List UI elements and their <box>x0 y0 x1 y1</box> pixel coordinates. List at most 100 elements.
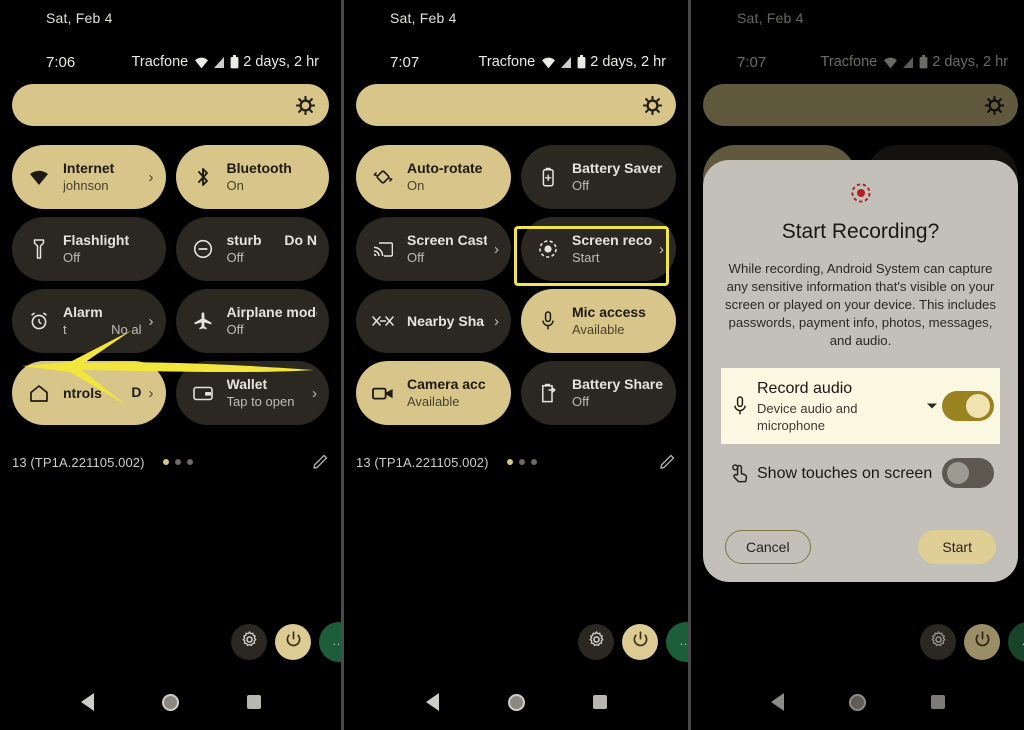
chevron-right-icon[interactable]: › <box>142 385 154 402</box>
row-title: Record audio <box>757 380 853 397</box>
brightness-auto-icon[interactable] <box>296 95 315 115</box>
tile-flashlight[interactable]: Flashlight Off <box>12 217 166 281</box>
tile-do-not-disturb[interactable]: sturb Do N Off <box>175 217 329 281</box>
navigation-bar-3 <box>691 674 1024 730</box>
cancel-button[interactable]: Cancel <box>725 530 811 564</box>
tile-airplane-mode[interactable]: Airplane mode Off <box>175 289 329 353</box>
tile-subtitle: Off <box>407 250 425 265</box>
brightness-auto-icon[interactable] <box>985 95 1004 115</box>
chevron-right-icon[interactable]: › <box>652 241 664 258</box>
user-avatar[interactable]: ... <box>319 622 341 662</box>
show-touches-toggle[interactable] <box>942 458 994 488</box>
home-button[interactable] <box>494 680 538 724</box>
tile-title: Nearby Sha <box>407 313 485 329</box>
wallet-icon <box>192 385 214 401</box>
tile-screen-record[interactable]: Screen reco Start › <box>521 217 676 281</box>
tile-title: Alarm <box>63 304 103 320</box>
chevron-right-icon[interactable]: › <box>142 169 154 186</box>
recents-button[interactable] <box>916 680 960 724</box>
tile-battery-share[interactable]: Battery Share Off <box>521 361 676 425</box>
settings-button[interactable] <box>920 624 956 660</box>
home-button[interactable] <box>835 680 879 724</box>
tile-auto-rotate[interactable]: Auto-rotate On <box>356 145 511 209</box>
airplane-icon <box>192 311 214 331</box>
brightness-slider[interactable] <box>12 84 329 126</box>
power-button[interactable] <box>964 624 1000 660</box>
quick-settings-panel-1: Sat, Feb 4 7:06 Tracfone 2 days, 2 hr In… <box>0 0 341 730</box>
recents-button[interactable] <box>578 680 622 724</box>
battery-time-label: 2 days, 2 hr <box>932 54 1008 70</box>
carrier-label: Tracfone <box>820 54 878 70</box>
tile-title: ntrols <box>63 385 102 401</box>
page-dot-2[interactable] <box>518 459 525 465</box>
tile-battery-saver[interactable]: Battery Saver Off <box>521 145 676 209</box>
settings-button[interactable] <box>231 624 267 660</box>
back-button[interactable] <box>410 680 454 724</box>
tile-screen-cast[interactable]: Screen Cast Off › <box>356 217 511 281</box>
home-icon <box>28 384 50 403</box>
tile-title-overflow: D <box>131 384 142 400</box>
edit-pencil-icon[interactable] <box>660 453 676 472</box>
quick-settings-footer-2: 13 (TP1A.221105.002) <box>356 450 676 474</box>
status-icons: Tracfone 2 days, 2 hr <box>821 54 1008 70</box>
tile-bluetooth[interactable]: Bluetooth On <box>175 145 329 209</box>
clock-label: 7:07 <box>390 53 420 71</box>
date-label: Sat, Feb 4 <box>737 10 804 26</box>
record-audio-toggle[interactable] <box>942 391 994 421</box>
tile-title: Wallet <box>226 376 268 392</box>
back-button[interactable] <box>66 680 110 724</box>
page-dot-1[interactable] <box>506 459 513 465</box>
dialog-title: Start Recording? <box>781 220 940 243</box>
home-button[interactable] <box>149 680 193 724</box>
dialog-row-show-touches[interactable]: Show touches on screen <box>721 444 1000 502</box>
tile-title: Auto-rotate <box>407 160 483 176</box>
tile-subtitle: Off <box>226 250 244 265</box>
tile-alarm[interactable]: Alarm t No al › <box>12 289 166 353</box>
tile-title: Screen reco <box>572 232 652 248</box>
status-bar: 7:07 Tracfone 2 days, 2 hr <box>691 52 1024 72</box>
screen-record-icon <box>537 239 559 259</box>
tile-title: Camera acc <box>407 376 486 392</box>
page-dot-3[interactable] <box>530 459 537 465</box>
cellular-signal-icon <box>213 56 226 69</box>
edit-pencil-icon[interactable] <box>313 453 329 472</box>
tile-mic-access[interactable]: Mic access Available <box>521 289 676 353</box>
dialog-row-record-audio[interactable]: Record audio Device audio and microphone <box>721 368 1000 444</box>
page-dot-1[interactable] <box>162 459 169 465</box>
power-button[interactable] <box>622 624 658 660</box>
tile-wallet[interactable]: Wallet Tap to open › <box>175 361 329 425</box>
wifi-icon <box>541 56 556 69</box>
brightness-slider[interactable] <box>356 84 676 126</box>
settings-button[interactable] <box>578 624 614 660</box>
tile-nearby-share[interactable]: Nearby Sha › <box>356 289 511 353</box>
user-avatar[interactable]: ... <box>1008 622 1024 662</box>
recents-button[interactable] <box>232 680 276 724</box>
tile-camera-access[interactable]: Camera acc Available <box>356 361 511 425</box>
page-dot-2[interactable] <box>174 459 181 465</box>
recents-icon <box>593 695 607 709</box>
start-recording-dialog: Start Recording? While recording, Androi… <box>703 160 1018 582</box>
mic-icon <box>537 311 559 331</box>
tile-internet[interactable]: Internet johnson › <box>12 145 166 209</box>
clock-label: 7:07 <box>737 53 767 71</box>
chevron-down-icon[interactable] <box>922 402 942 410</box>
chevron-right-icon[interactable]: › <box>487 313 499 330</box>
chevron-right-icon[interactable]: › <box>487 241 499 258</box>
page-dot-3[interactable] <box>186 459 193 465</box>
power-button[interactable] <box>275 624 311 660</box>
back-button[interactable] <box>755 680 799 724</box>
tile-subtitle: Off <box>226 322 244 337</box>
battery-time-label: 2 days, 2 hr <box>243 54 319 70</box>
chevron-right-icon[interactable]: › <box>142 313 154 330</box>
page-indicator[interactable] <box>506 459 537 465</box>
battery-share-icon <box>537 383 559 403</box>
brightness-auto-icon[interactable] <box>643 95 662 115</box>
start-button[interactable]: Start <box>918 530 996 564</box>
chevron-right-icon[interactable]: › <box>305 385 317 402</box>
page-indicator[interactable] <box>162 459 193 465</box>
user-avatar[interactable]: ... <box>666 622 688 662</box>
tile-device-controls[interactable]: ntrols D › <box>12 361 166 425</box>
wifi-icon <box>28 169 50 186</box>
quick-settings-grid-1: Internet johnson › Bluetooth On Flashlig… <box>12 145 329 425</box>
brightness-slider[interactable] <box>703 84 1018 126</box>
